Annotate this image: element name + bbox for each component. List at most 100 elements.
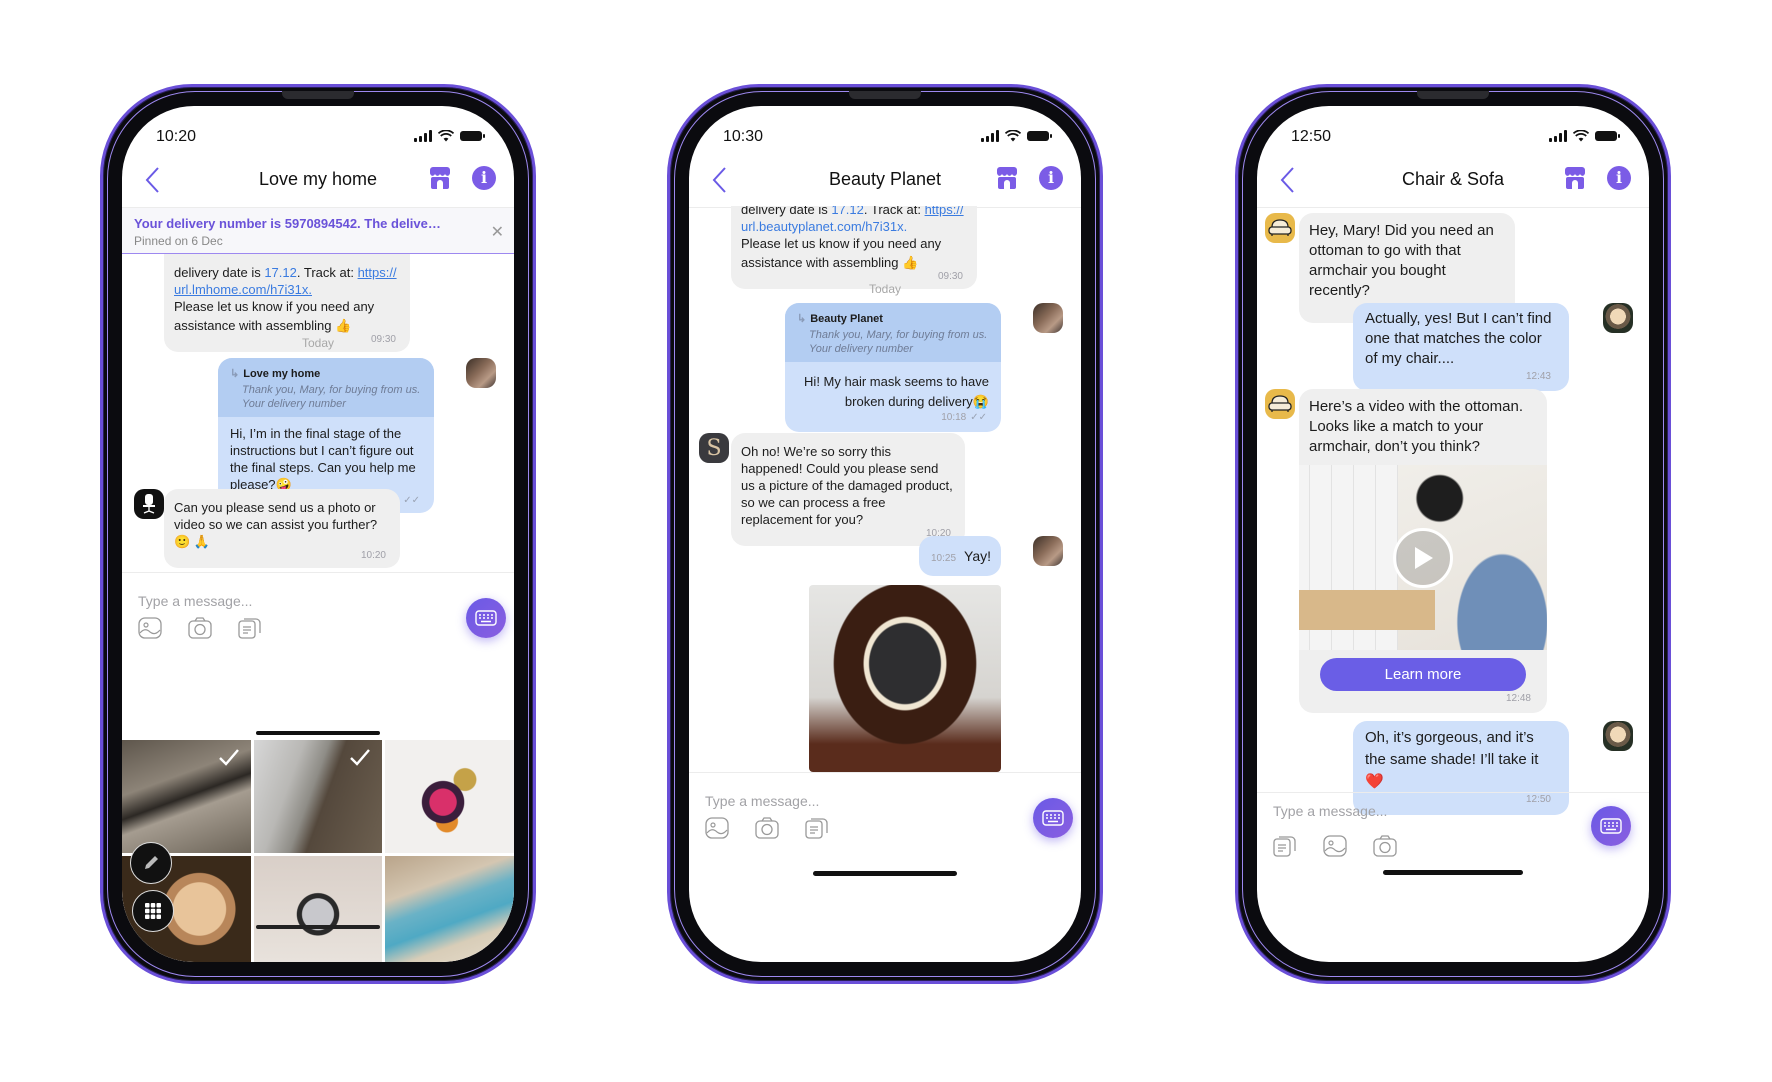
video-attachment[interactable] xyxy=(1299,465,1547,650)
check-icon xyxy=(350,749,371,766)
quoted-reply[interactable]: ↳ Beauty Planet Thank you, Mary, for buyi… xyxy=(785,303,1001,362)
video-thumbnail-detail xyxy=(1299,590,1436,630)
home-indicator xyxy=(256,731,380,735)
edit-button[interactable] xyxy=(130,842,172,884)
chat-title: Beauty Planet xyxy=(828,169,942,189)
gallery-icon[interactable] xyxy=(1323,835,1347,857)
signal-icon xyxy=(1549,130,1567,142)
status-bar: 10:30 xyxy=(689,128,1081,148)
gallery-photo-selected[interactable] xyxy=(122,740,251,853)
outgoing-message: Actually, yes! But I can’t find one that… xyxy=(1353,303,1569,391)
camera-icon[interactable] xyxy=(755,817,779,839)
sticker-icon[interactable] xyxy=(805,817,829,839)
day-separator: Today xyxy=(301,336,335,350)
camera-icon[interactable] xyxy=(1373,835,1397,857)
chair-logo-icon xyxy=(143,494,155,514)
grid-view-button[interactable] xyxy=(132,890,174,932)
grid-icon xyxy=(145,903,161,919)
date-link[interactable]: 17.12 xyxy=(264,265,297,280)
shop-icon[interactable] xyxy=(995,166,1019,190)
info-icon[interactable]: i xyxy=(472,166,496,190)
chat-screen: 12:50 Chair & Sofa i Hey, Mary! Did you … xyxy=(1257,106,1649,962)
user-avatar[interactable] xyxy=(466,358,496,388)
check-icon xyxy=(218,749,239,766)
user-avatar[interactable] xyxy=(1603,721,1633,751)
photo-attachment[interactable] xyxy=(809,585,1001,772)
info-icon[interactable]: i xyxy=(1607,166,1631,190)
business-avatar-sofa[interactable] xyxy=(1265,213,1295,243)
incoming-message: delivery date is 17.12. Track at: https:… xyxy=(731,206,977,289)
outgoing-message: 10:25 Yay! xyxy=(919,536,1001,576)
gallery-photo[interactable] xyxy=(385,740,514,853)
keyboard-toggle-button[interactable] xyxy=(1591,806,1631,846)
info-icon[interactable]: i xyxy=(1039,166,1063,190)
user-avatar[interactable] xyxy=(1033,536,1063,566)
wifi-icon xyxy=(438,130,454,142)
keyboard-icon xyxy=(475,610,497,626)
status-time: 12:50 xyxy=(1291,128,1332,145)
tracking-link-url[interactable]: url.beautyplanet.com/h7i31x. xyxy=(741,219,907,234)
sofa-logo-icon xyxy=(1268,395,1292,412)
battery-icon xyxy=(1595,131,1620,141)
message-input[interactable]: Type a message... xyxy=(138,593,252,609)
learn-more-button[interactable]: Learn more xyxy=(1320,658,1526,691)
gallery-photo[interactable] xyxy=(385,856,514,962)
incoming-message: Can you please send us a photo or video … xyxy=(164,489,400,568)
chat-title: Chair & Sofa xyxy=(1401,169,1505,189)
quoted-reply[interactable]: ↳ Love my home Thank you, Mary, for buyin… xyxy=(218,358,434,417)
sticker-icon[interactable] xyxy=(1273,835,1297,857)
gallery-photo[interactable] xyxy=(253,856,383,962)
signal-icon xyxy=(981,130,999,142)
pinned-date: Pinned on 6 Dec xyxy=(134,234,223,248)
sofa-logo-icon xyxy=(1268,219,1292,236)
battery-icon xyxy=(460,131,485,141)
close-pinned-icon[interactable]: ✕ xyxy=(491,222,504,242)
message-composer: Type a message... xyxy=(1257,792,1649,892)
tracking-link-url[interactable]: url.lmhome.com/h7i31x. xyxy=(174,282,312,297)
camera-icon[interactable] xyxy=(188,617,212,639)
gallery-icon[interactable] xyxy=(138,617,162,639)
pinned-message-banner[interactable]: Your delivery number is 5970894542. The … xyxy=(122,208,514,254)
user-avatar[interactable] xyxy=(1033,303,1063,333)
shop-icon[interactable] xyxy=(428,166,452,190)
message-input[interactable]: Type a message... xyxy=(705,793,819,809)
read-ticks-icon: ✓✓ xyxy=(970,412,987,423)
outgoing-message: ↳ Beauty Planet Thank you, Mary, for buyi… xyxy=(785,303,1001,432)
status-time: 10:20 xyxy=(156,128,197,145)
phone-notch xyxy=(1417,91,1489,99)
phone-notch xyxy=(282,91,354,99)
beauty-logo-icon: S xyxy=(706,435,722,461)
home-indicator xyxy=(813,871,957,876)
business-avatar-chair[interactable] xyxy=(134,489,164,519)
keyboard-toggle-button[interactable] xyxy=(1033,798,1073,838)
keyboard-icon xyxy=(1042,810,1064,826)
status-bar: 10:20 xyxy=(122,128,514,148)
incoming-rich-message: Here’s a video with the ottoman. Looks l… xyxy=(1299,389,1547,713)
reply-arrow-icon: ↳ xyxy=(230,368,240,380)
pencil-icon xyxy=(145,856,158,869)
gallery-icon[interactable] xyxy=(705,817,729,839)
shop-icon[interactable] xyxy=(1563,166,1587,190)
tracking-link[interactable]: https:// xyxy=(925,206,964,217)
message-input[interactable]: Type a message... xyxy=(1273,803,1387,819)
tracking-link[interactable]: https:// xyxy=(358,265,397,280)
business-avatar-beauty[interactable]: S xyxy=(699,433,729,463)
signal-icon xyxy=(414,130,432,142)
home-indicator xyxy=(256,925,380,929)
phone-chair-and-sofa: 12:50 Chair & Sofa i Hey, Mary! Did you … xyxy=(1235,84,1671,984)
gallery-photo-selected[interactable] xyxy=(253,740,383,853)
keyboard-icon xyxy=(1600,818,1622,834)
user-avatar[interactable] xyxy=(1603,303,1633,333)
phone-notch xyxy=(849,91,921,99)
sticker-icon[interactable] xyxy=(238,617,262,639)
home-indicator xyxy=(1383,870,1523,875)
keyboard-toggle-button[interactable] xyxy=(466,598,506,638)
date-link[interactable]: 17.12 xyxy=(831,206,864,217)
message-composer: Type a message... xyxy=(122,572,514,752)
business-avatar-sofa[interactable] xyxy=(1265,389,1295,419)
chat-screen: 10:30 Beauty Planet i delivery date is 1… xyxy=(689,106,1081,962)
play-button[interactable] xyxy=(1393,527,1453,588)
read-ticks-icon: ✓✓ xyxy=(403,495,420,506)
chat-header: Chair & Sofa i xyxy=(1257,156,1649,208)
wifi-icon xyxy=(1005,130,1021,142)
